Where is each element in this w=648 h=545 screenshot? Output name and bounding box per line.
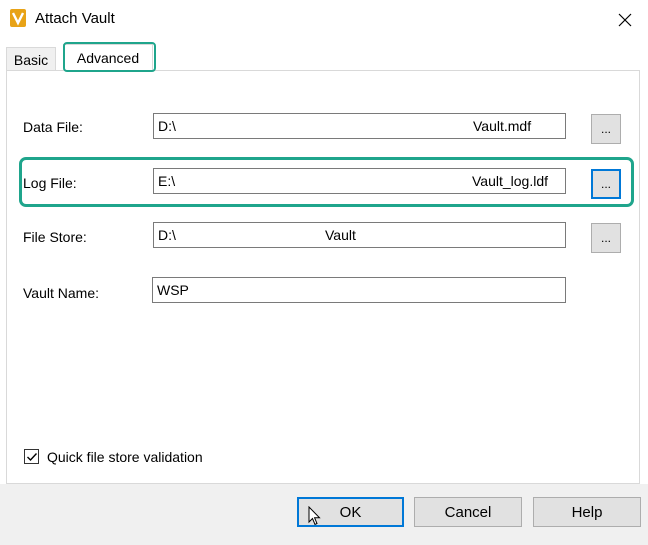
window-title: Attach Vault xyxy=(35,10,115,27)
cancel-button[interactable]: Cancel xyxy=(414,497,522,527)
log-file-browse-button[interactable]: ... xyxy=(591,169,621,199)
close-icon xyxy=(618,13,632,27)
log-file-field[interactable]: E:\ Vault_log.ldf xyxy=(153,168,566,194)
tab-advanced-highlight xyxy=(63,42,156,72)
file-store-prefix: D:\ xyxy=(158,227,176,243)
vault-name-input[interactable]: WSP xyxy=(152,277,566,303)
log-file-suffix: Vault_log.ldf xyxy=(472,173,549,189)
help-button[interactable]: Help xyxy=(533,497,641,527)
close-button[interactable] xyxy=(602,0,648,40)
data-file-label: Data File: xyxy=(23,119,83,135)
data-file-field[interactable]: D:\ Vault.mdf xyxy=(153,113,566,139)
checkmark-icon xyxy=(27,453,38,462)
file-store-suffix: Vault xyxy=(325,227,356,243)
vault-name-value: WSP xyxy=(157,282,189,298)
log-file-label: Log File: xyxy=(23,175,77,191)
file-store-field[interactable]: D:\ Vault xyxy=(153,222,566,248)
file-store-browse-button[interactable]: ... xyxy=(591,223,621,253)
title-bar: Attach Vault xyxy=(0,0,648,40)
tab-basic[interactable]: Basic xyxy=(6,47,56,72)
mouse-pointer-icon xyxy=(308,505,321,529)
data-file-suffix: Vault.mdf xyxy=(473,118,532,134)
quick-validation-checkbox[interactable] xyxy=(24,449,39,464)
vault-name-label: Vault Name: xyxy=(23,285,99,301)
quick-validation-label[interactable]: Quick file store validation xyxy=(47,449,203,465)
data-file-browse-button[interactable]: ... xyxy=(591,114,621,144)
file-store-label: File Store: xyxy=(23,229,87,245)
autodesk-vault-logo-icon xyxy=(10,9,26,27)
data-file-prefix: D:\ xyxy=(158,118,176,134)
log-file-prefix: E:\ xyxy=(158,173,176,189)
